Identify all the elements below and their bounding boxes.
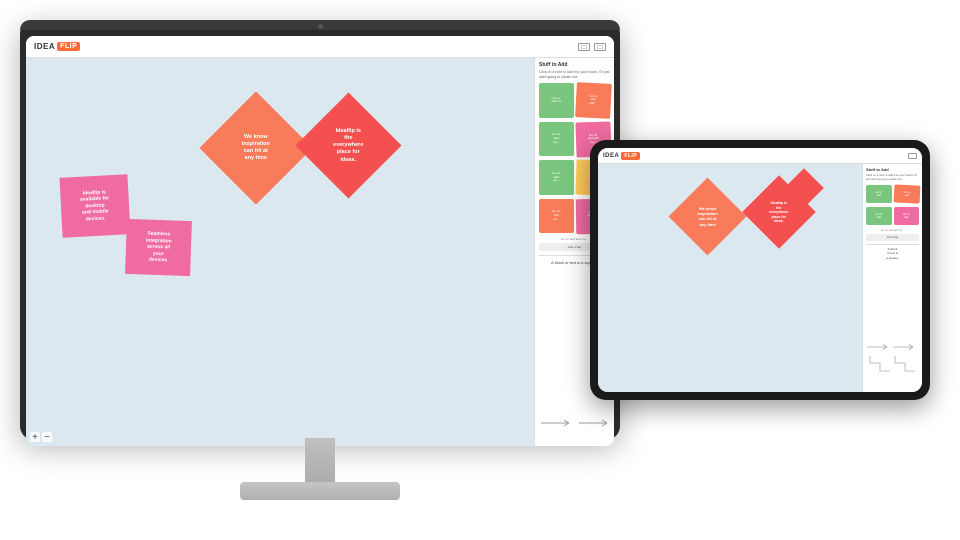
sidebar-note-7-text: Go onaddme... <box>552 210 560 221</box>
tablet-frame: IDEA FLIP Stuff to Add Click on a note t… <box>590 140 930 400</box>
tablet-note-3-text: Go onadd <box>875 213 882 219</box>
tablet-note-2-text: Go onadd <box>903 191 910 197</box>
sidebar-note-5-text: Go onaddme... <box>552 172 560 183</box>
tablet-notes-row1: Go toadd Go onadd <box>866 185 919 203</box>
monitor-neck <box>305 438 335 488</box>
zoom-in-button[interactable]: + <box>30 432 40 442</box>
monitor-frame: IDEA FLIP <box>20 20 620 440</box>
app-logo: IDEA FLIP <box>34 42 80 51</box>
tablet-window-icon[interactable] <box>908 153 917 159</box>
sidebar-note-3-text: Go onaddme... <box>552 133 560 144</box>
tablet-topbar-icons <box>908 153 917 159</box>
tablet-notes-row2: Go onadd Go onadd <box>866 207 919 225</box>
tablet-note-4[interactable]: Go onadd <box>894 207 920 225</box>
topbar-icons <box>578 43 606 51</box>
tablet-sidebar-title: Stuff to Add <box>866 167 919 172</box>
tablet-sticky-small-1-text <box>790 184 818 192</box>
tablet-sticky-1[interactable]: We knowinspirationcan hit atany time <box>669 178 747 256</box>
square-icon <box>581 45 587 49</box>
sticky-flat-1[interactable]: Ideaflip isavailable fordesktopand mobil… <box>59 174 130 237</box>
scene: IDEA FLIP <box>0 0 960 540</box>
window-icon-2[interactable] <box>594 43 606 51</box>
monitor-camera <box>318 24 323 29</box>
zoom-controls: + − <box>30 432 52 442</box>
sticky-flat-2-text: Seamlessintegrationacross allyourdevices <box>142 228 175 268</box>
tablet-wrapper: IDEA FLIP Stuff to Add Click on a note t… <box>590 140 930 400</box>
monitor-wrapper: IDEA FLIP <box>20 20 620 510</box>
tablet-note-1-text: Go toadd <box>876 191 882 197</box>
tablet-logo-idea: IDEA <box>603 153 619 159</box>
sidebar-note-1-text: Go toadd me <box>551 97 561 104</box>
monitor-screen: IDEA FLIP <box>26 36 614 446</box>
zoom-out-button[interactable]: − <box>42 432 52 442</box>
sidebar-note-5[interactable]: Go onaddme... <box>539 160 574 195</box>
tablet-text-block: A blockof text isa square. <box>866 247 919 260</box>
sidebar-note-3[interactable]: Go onaddme... <box>539 122 574 157</box>
tablet-note-2[interactable]: Go onadd <box>893 185 919 204</box>
sticky-diamond-1-text: We knowinspirationcan hit atany time <box>216 130 296 167</box>
tablet-sidebar-subtitle: Click on a note to add it to your board.… <box>866 174 919 181</box>
tablet-divider <box>866 244 919 245</box>
square-icon-2 <box>597 45 603 49</box>
sidebar-notes-row1: Go toadd me Go onandadd... <box>539 83 610 118</box>
tablet-note-3[interactable]: Go onadd <box>866 207 892 225</box>
sidebar-note-2[interactable]: Go onandadd... <box>575 82 611 118</box>
logo-flip-text: FLIP <box>57 42 80 51</box>
sticky-diamond-1[interactable]: We knowinspirationcan hit atany time <box>199 91 312 204</box>
tablet-arrows-svg <box>865 341 920 381</box>
tablet-sidebar-go-on: Go on and add me... <box>866 229 919 232</box>
tablet-sticky-1-text: We knowinspirationcan hit atany time <box>680 202 735 231</box>
tablet-app-ui: IDEA FLIP Stuff to Add Click on a note t… <box>598 148 922 392</box>
sticky-diamond-2-text: Ideaflip istheeverywhereplace forideas. <box>311 124 386 168</box>
sidebar-title: Stuff to Add <box>539 62 610 68</box>
arrows-svg <box>539 413 611 433</box>
tablet-logo-flip: FLIP <box>621 152 640 160</box>
monitor-canvas[interactable]: We knowinspirationcan hit atany time Ide… <box>26 58 534 446</box>
tablet-note-4-text: Go onadd <box>903 213 910 219</box>
tablet-sidebar: Stuff to Add Click on a note to add it t… <box>862 164 922 392</box>
tablet-screen: IDEA FLIP Stuff to Add Click on a note t… <box>598 148 922 392</box>
sticky-flat-2[interactable]: Seamlessintegrationacross allyourdevices <box>125 219 192 276</box>
monitor-bezel-top <box>20 20 620 30</box>
tablet-add-tag[interactable]: Add a Tag <box>866 234 919 241</box>
tablet-arrows <box>865 341 920 386</box>
tablet-note-1[interactable]: Go toadd <box>866 185 892 203</box>
tablet-app-logo: IDEA FLIP <box>603 152 640 160</box>
monitor-topbar: IDEA FLIP <box>26 36 614 58</box>
sidebar-note-7[interactable]: Go onaddme... <box>539 199 574 234</box>
tablet-topbar: IDEA FLIP <box>598 148 922 164</box>
logo-idea-text: IDEA <box>34 42 55 51</box>
monitor-base <box>240 482 400 500</box>
tablet-go-on-label: Go on and add me... <box>866 229 919 232</box>
sticky-flat-1-text: Ideaflip isavailable fordesktopand mobil… <box>76 186 113 226</box>
sidebar-note-2-text: Go onandadd... <box>588 95 597 106</box>
sidebar-note-1[interactable]: Go toadd me <box>539 83 574 118</box>
window-icon-1[interactable] <box>578 43 590 51</box>
sidebar-subtitle: Click on a note to add it to your board.… <box>539 70 610 79</box>
tablet-canvas[interactable]: We knowinspirationcan hit atany time Ide… <box>598 164 862 392</box>
sticky-diamond-2[interactable]: Ideaflip istheeverywhereplace forideas. <box>295 92 401 198</box>
sidebar-decorations <box>539 413 610 438</box>
monitor-app-ui: IDEA FLIP <box>26 36 614 446</box>
